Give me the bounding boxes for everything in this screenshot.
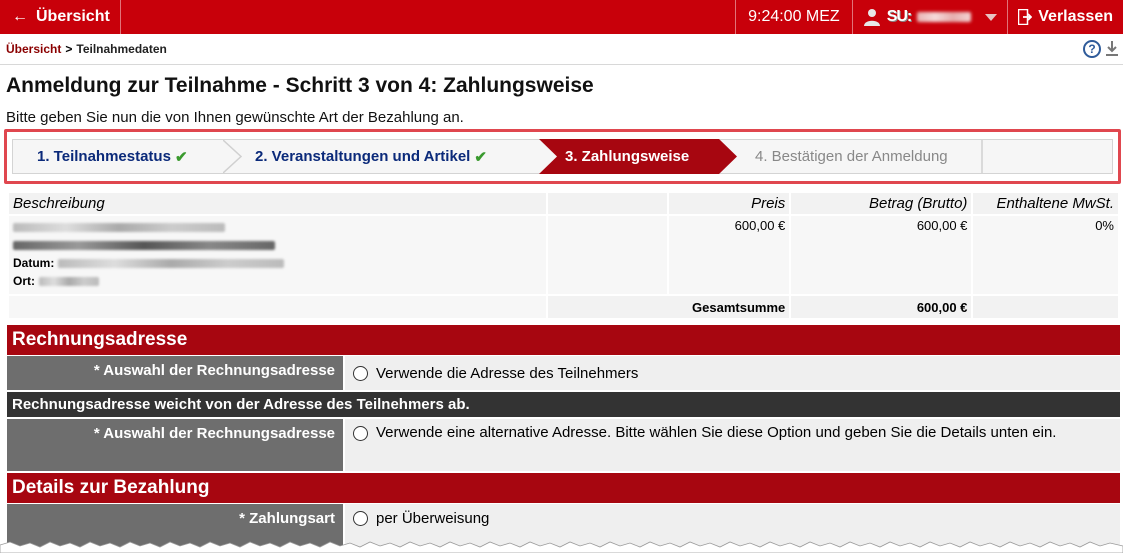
step-2[interactable]: 2. Veranstaltungen und Artikel ✔ [255, 140, 487, 173]
step-wizard-frame: 1. Teilnahmestatus ✔ 2. Veranstaltungen … [4, 129, 1121, 184]
billing-address-option-participant-label: Verwende die Adresse des Teilnehmers [376, 365, 639, 382]
user-icon [863, 9, 880, 26]
billing-address-option-participant[interactable]: Verwende die Adresse des Teilnehmers [345, 356, 1120, 390]
clock: 9:24:00 MEZ [736, 0, 853, 34]
total-blank-cell [9, 296, 547, 318]
topbar-spacer [121, 0, 737, 34]
user-menu[interactable]: SU: [853, 0, 1009, 34]
breadcrumb-link-overview[interactable]: Übersicht [6, 42, 61, 56]
item-amount: 600,00 € [791, 216, 972, 294]
table-header-row: Beschreibung Preis Betrag (Brutto) Entha… [9, 193, 1118, 214]
item-place: Ort: [13, 272, 542, 290]
step-wizard: 1. Teilnahmestatus ✔ 2. Veranstaltungen … [12, 139, 1113, 174]
torn-edge [0, 541, 1123, 553]
step-1[interactable]: 1. Teilnahmestatus ✔ [37, 140, 188, 173]
page-intro: Bitte geben Sie nun die von Ihnen gewüns… [6, 109, 464, 126]
total-row: Gesamtsumme 600,00 € [9, 296, 1118, 318]
arrow-left-icon: ← [12, 8, 28, 25]
column-header-empty [548, 193, 667, 214]
step-3-label: 3. Zahlungsweise [565, 148, 690, 165]
breadcrumb: Übersicht > Teilnahmedaten ? [0, 34, 1123, 65]
billing-address-label-2: * Auswahl der Rechnungsadresse [7, 419, 343, 471]
column-header-description: Beschreibung [9, 193, 547, 214]
breadcrumb-tools: ? [1083, 40, 1119, 58]
step-1-label: 1. Teilnahmestatus [37, 148, 171, 165]
user-prefix: SU: [886, 8, 913, 25]
billing-alternative-subheader: Rechnungsadresse weicht von der Adresse … [7, 392, 1120, 417]
download-icon[interactable] [1105, 40, 1119, 58]
breadcrumb-separator: > [65, 42, 73, 56]
payment-section-header: Details zur Bezahlung [7, 473, 1120, 503]
exit-label: Verlassen [1038, 8, 1113, 25]
billing-section-header: Rechnungsadresse [7, 325, 1120, 355]
item-place-label: Ort: [13, 274, 35, 288]
item-empty-cell [548, 216, 667, 294]
item-title-redacted [13, 236, 542, 254]
billing-address-option-alternative[interactable]: Verwende eine alternative Adresse. Bitte… [345, 419, 1120, 471]
chevron-down-icon[interactable] [985, 13, 998, 21]
billing-address-row: * Auswahl der Rechnungsadresse Verwende … [7, 356, 1120, 390]
total-label: Gesamtsumme [548, 296, 790, 318]
radio-button[interactable] [353, 511, 368, 526]
table-row: Datum: Ort: 600,00 € 600,00 € 0% [9, 216, 1118, 294]
page-title: Anmeldung zur Teilnahme - Schritt 3 von … [6, 74, 594, 97]
breadcrumb-current: Teilnahmedaten [76, 42, 167, 56]
item-date-label: Datum: [13, 256, 55, 270]
column-header-vat: Enthaltene MwSt. [973, 193, 1118, 214]
column-header-price: Preis [668, 193, 790, 214]
step-end-divider [981, 140, 983, 173]
column-header-amount: Betrag (Brutto) [791, 193, 972, 214]
top-bar: ← Übersicht 9:24:00 MEZ SU: Verlassen [0, 0, 1123, 34]
step-separator [223, 140, 243, 173]
total-value: 600,00 € [791, 296, 972, 318]
checkmark-icon: ✔ [174, 148, 188, 166]
step-2-label: 2. Veranstaltungen und Artikel [255, 148, 471, 165]
step-4-label: 4. Bestätigen der Anmeldung [755, 148, 948, 165]
item-category-redacted [13, 218, 542, 236]
user-name-redacted [917, 12, 972, 22]
billing-alternative-row: * Auswahl der Rechnungsadresse Verwende … [7, 419, 1120, 471]
exit-icon [1018, 9, 1033, 25]
item-description: Datum: Ort: [9, 216, 547, 294]
item-date: Datum: [13, 254, 542, 272]
total-empty-cell [973, 296, 1118, 318]
order-table: Beschreibung Preis Betrag (Brutto) Entha… [7, 191, 1120, 320]
item-place-redacted [39, 276, 99, 286]
payment-option-transfer-label: per Überweisung [376, 510, 490, 527]
overview-back-label: Übersicht [36, 8, 110, 25]
radio-button[interactable] [353, 426, 368, 441]
step-3: 3. Zahlungsweise [565, 140, 689, 173]
step-4: 4. Bestätigen der Anmeldung [755, 140, 948, 173]
overview-back-button[interactable]: ← Übersicht [0, 0, 121, 34]
item-vat: 0% [973, 216, 1118, 294]
item-date-redacted [58, 258, 285, 268]
exit-button[interactable]: Verlassen [1008, 0, 1123, 34]
checkmark-icon: ✔ [474, 148, 487, 166]
help-icon[interactable]: ? [1083, 40, 1101, 58]
radio-button[interactable] [353, 366, 368, 381]
item-price: 600,00 € [668, 216, 790, 294]
billing-address-option-alternative-label: Verwende eine alternative Adresse. Bitte… [376, 424, 1057, 441]
billing-address-label: * Auswahl der Rechnungsadresse [7, 356, 343, 390]
